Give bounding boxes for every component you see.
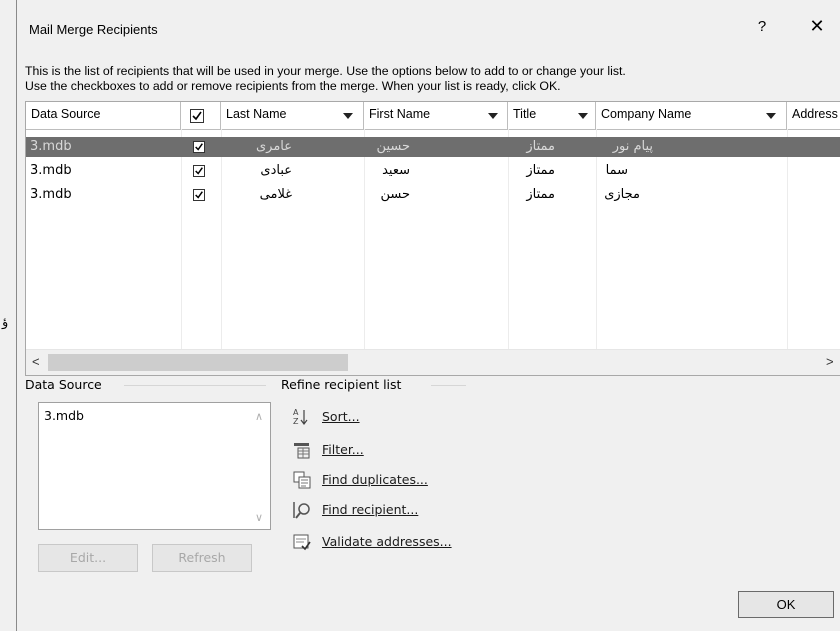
checkmark-icon (195, 191, 203, 199)
cell-data-source: 3.mdb (30, 163, 72, 178)
validate-addresses-link[interactable]: Validate addresses... (292, 532, 492, 552)
validate-addresses-link-label[interactable]: Validate addresses... (322, 534, 452, 549)
group-divider (124, 385, 266, 386)
cell-title: ممتاز (526, 187, 555, 202)
cell-last-name: غلامی (259, 187, 292, 202)
scroll-right-icon[interactable]: > (826, 354, 834, 369)
column-header-checkbox[interactable] (181, 102, 221, 129)
list-item[interactable]: 3.mdb (44, 408, 84, 423)
cell-data-source: 3.mdb (30, 139, 72, 154)
column-label-last-name: Last Name (226, 107, 287, 121)
edit-button[interactable]: Edit... (38, 544, 138, 572)
checkmark-icon (195, 167, 203, 175)
dropdown-arrow-icon[interactable] (578, 113, 588, 119)
instructions-line-2: Use the checkboxes to add or remove reci… (25, 79, 561, 93)
column-label-first-name: First Name (369, 107, 431, 121)
column-label-address: Address (792, 107, 838, 121)
filter-link-label[interactable]: Filter... (322, 442, 364, 457)
help-button[interactable]: ? (752, 18, 772, 42)
ok-button[interactable]: OK (738, 591, 834, 618)
find-recipient-link-label[interactable]: Find recipient... (322, 502, 418, 517)
grid-header: Data Source Last Name First Name Title C… (26, 102, 840, 130)
column-header-first-name[interactable]: First Name (364, 102, 508, 129)
sort-az-icon: A Z (293, 408, 308, 426)
instructions-text: This is the list of recipients that will… (25, 64, 835, 94)
table-row[interactable]: 3.mdb عبادی سعید ممتاز سما (26, 161, 840, 181)
scroll-down-icon[interactable]: ∨ (255, 511, 263, 524)
svg-text:A: A (293, 408, 299, 417)
find-duplicates-icon (293, 471, 311, 489)
dropdown-arrow-icon[interactable] (488, 113, 498, 119)
column-header-company[interactable]: Company Name (596, 102, 787, 129)
table-row[interactable]: 3.mdb عامری حسین ممتاز پیام نور (26, 137, 840, 157)
cell-first-name: حسین (376, 139, 410, 154)
cell-last-name: عامری (255, 139, 292, 154)
cell-title: ممتاز (526, 163, 555, 178)
column-header-last-name[interactable]: Last Name (221, 102, 364, 129)
recipients-grid[interactable]: Data Source Last Name First Name Title C… (25, 101, 840, 376)
sort-link[interactable]: A Z Sort... (292, 407, 492, 427)
row-include-checkbox[interactable] (193, 141, 205, 153)
column-header-title[interactable]: Title (508, 102, 596, 129)
column-header-data-source[interactable]: Data Source (26, 102, 181, 129)
cell-data-source: 3.mdb (30, 187, 72, 202)
cell-title: ممتاز (526, 139, 555, 154)
data-source-listbox[interactable]: 3.mdb ∧ ∨ (38, 402, 271, 530)
column-header-address[interactable]: Address (787, 102, 840, 129)
dropdown-arrow-icon[interactable] (343, 113, 353, 119)
refine-group-label: Refine recipient list (281, 377, 402, 392)
checkmark-icon (192, 111, 202, 121)
side-glyph: ؤ (2, 315, 9, 330)
scrollbar-thumb[interactable] (48, 354, 348, 371)
select-all-checkbox[interactable] (190, 109, 204, 123)
dropdown-arrow-icon[interactable] (766, 113, 776, 119)
scroll-up-icon[interactable]: ∧ (255, 410, 263, 423)
close-button[interactable]: ✕ (804, 16, 830, 42)
filter-icon (294, 443, 310, 459)
window-border (16, 0, 17, 631)
data-source-group-label: Data Source (25, 377, 102, 392)
row-include-checkbox[interactable] (193, 165, 205, 177)
group-divider (431, 385, 466, 386)
horizontal-scrollbar[interactable]: < > (26, 349, 840, 375)
row-include-checkbox[interactable] (193, 189, 205, 201)
cell-company: مجازی (604, 187, 640, 202)
refresh-button[interactable]: Refresh (152, 544, 252, 572)
validate-addresses-icon (293, 534, 311, 551)
cell-company: پیام نور (612, 139, 653, 154)
find-duplicates-link-label[interactable]: Find duplicates... (322, 472, 428, 487)
cell-company: سما (605, 163, 628, 178)
filter-link[interactable]: Filter... (292, 440, 492, 460)
svg-text:Z: Z (293, 417, 299, 426)
find-duplicates-link[interactable]: Find duplicates... (292, 470, 492, 490)
column-label-company: Company Name (601, 107, 692, 121)
column-label-data-source: Data Source (31, 107, 101, 121)
checkmark-icon (195, 143, 203, 151)
cell-first-name: سعید (382, 163, 410, 178)
cell-first-name: حسن (380, 187, 410, 202)
cell-last-name: عبادی (260, 163, 292, 178)
dialog-title: Mail Merge Recipients (29, 22, 158, 37)
column-label-title: Title (513, 107, 537, 121)
instructions-line-1: This is the list of recipients that will… (25, 64, 626, 78)
table-row[interactable]: 3.mdb غلامی حسن ممتاز مجازی (26, 185, 840, 205)
sort-link-label[interactable]: Sort... (322, 409, 360, 424)
find-recipient-link[interactable]: Find recipient... (292, 500, 492, 520)
find-recipient-icon (293, 502, 310, 519)
scroll-left-icon[interactable]: < (32, 354, 40, 369)
